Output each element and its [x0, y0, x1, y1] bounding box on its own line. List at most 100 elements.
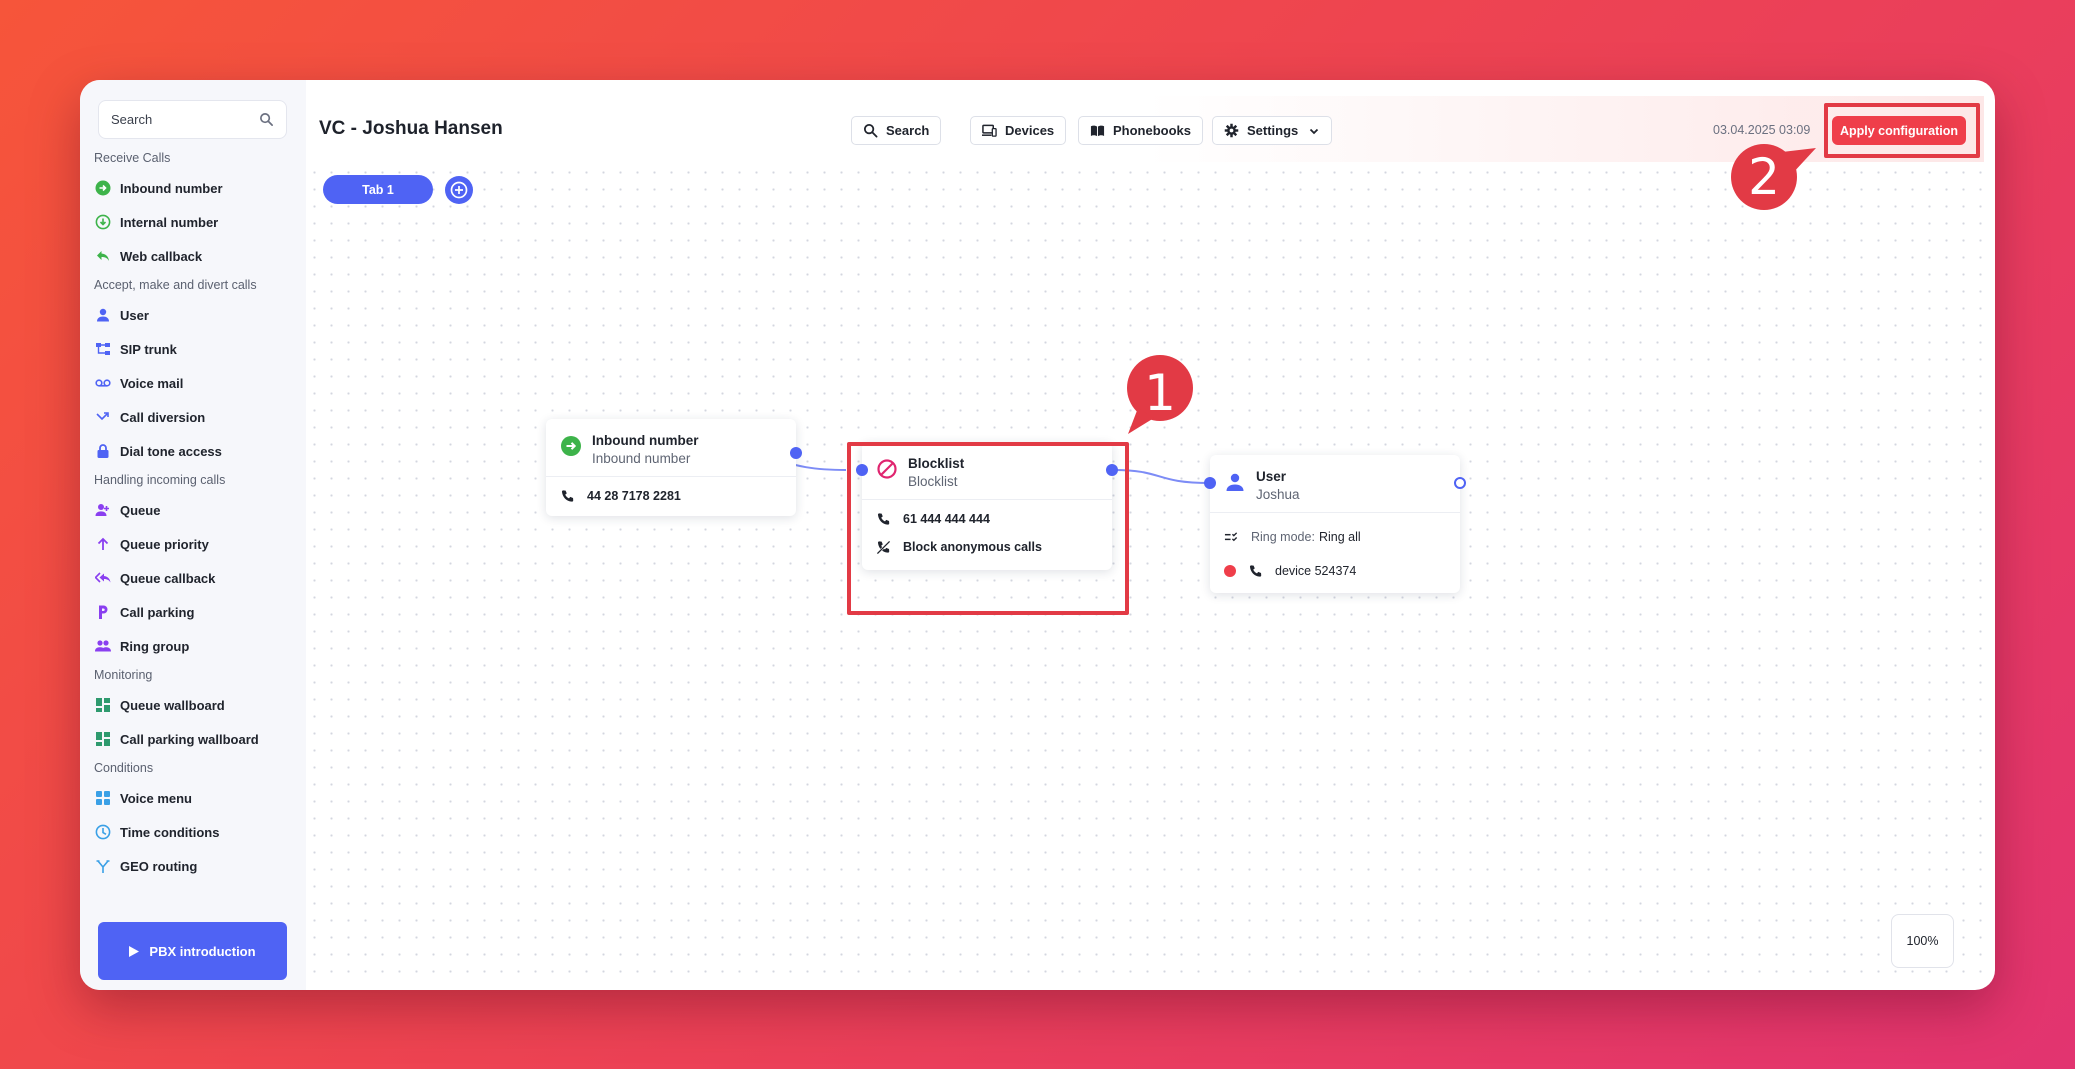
section-title-monitoring: Monitoring [94, 668, 153, 682]
section-title-handling-incoming: Handling incoming calls [94, 473, 226, 487]
sidebar-item-queue-callback[interactable]: Queue callback [80, 561, 306, 595]
sidebar-item-label: Call diversion [120, 409, 206, 425]
dashboard-icon [94, 730, 112, 748]
sidebar-item-time-conditions[interactable]: Time conditions [80, 815, 306, 849]
sidebar-item-dial-tone-access[interactable]: Dial tone access [80, 434, 306, 468]
section-title-conditions: Conditions [94, 761, 154, 775]
node-subtitle: Joshua [1256, 487, 1300, 502]
sidebar-item-label: Ring group [120, 638, 190, 654]
sidebar-item-call-parking[interactable]: Call parking [80, 595, 306, 629]
sidebar-item-label: Web callback [120, 248, 203, 264]
tab-1[interactable]: Tab 1 [323, 175, 433, 204]
devices-button-label: Devices [1005, 123, 1055, 138]
sidebar-item-call-diversion[interactable]: Call diversion [80, 400, 306, 434]
sidebar-item-ring-group[interactable]: Ring group [80, 629, 306, 663]
inbound-number-icon [94, 179, 112, 197]
sidebar-item-label: Internal number [120, 214, 219, 230]
inbound-number-node[interactable]: Inbound number Inbound number 44 28 7178… [546, 419, 802, 516]
queue-icon [94, 501, 112, 519]
output-port[interactable] [790, 447, 802, 459]
user-icon [94, 306, 112, 324]
sidebar-item-geo-routing[interactable]: GEO routing [80, 849, 306, 883]
section-title-accept-calls: Accept, make and divert calls [94, 278, 257, 292]
device-name: device 524374 [1275, 564, 1357, 578]
web-callback-icon [94, 247, 112, 265]
internal-number-icon [94, 213, 112, 231]
zoom-level-indicator[interactable]: 100% [1891, 914, 1954, 968]
node-row-number: 44 28 7178 2281 [546, 482, 796, 510]
node-subtitle: Inbound number [592, 451, 691, 466]
sidebar-item-voice-menu[interactable]: Voice menu [80, 781, 306, 815]
node-header: User Joshua [1210, 455, 1460, 513]
phonebooks-button[interactable]: Phonebooks [1078, 116, 1204, 145]
output-port[interactable] [1454, 477, 1466, 489]
sidebar-item-label: Call parking [120, 604, 195, 620]
pbx-introduction-button[interactable]: PBX introduction [98, 922, 287, 980]
sidebar-search-input[interactable]: Search [98, 100, 287, 139]
sidebar-item-queue-priority[interactable]: Queue priority [80, 527, 306, 561]
gear-icon [1224, 123, 1239, 138]
sidebar-item-call-parking-wallboard[interactable]: Call parking wallboard [80, 722, 306, 756]
sidebar-search-placeholder: Search [111, 112, 153, 127]
sidebar-item-sip-trunk[interactable]: SIP trunk [80, 332, 306, 366]
settings-label: Settings [1247, 123, 1299, 138]
arrow-up-icon [94, 535, 112, 553]
ring-mode-value: Ring all [1318, 530, 1361, 544]
plus-circle-icon [450, 181, 468, 199]
reply-all-icon [94, 569, 112, 587]
search-icon [863, 123, 878, 138]
search-button-label: Search [886, 123, 930, 138]
voicemail-icon [94, 374, 112, 392]
inbound-number-icon [560, 435, 582, 457]
last-saved-timestamp: 03.04.2025 03:09 [1713, 123, 1811, 137]
sidebar-item-inbound-number[interactable]: Inbound number [80, 171, 306, 205]
sidebar-item-label: Voice mail [120, 375, 184, 391]
callout-marker-2: 2 [1730, 140, 1816, 214]
sidebar-item-voice-mail[interactable]: Voice mail [80, 366, 306, 400]
sidebar-item-label: Dial tone access [120, 443, 222, 459]
node-row-ring-mode: Ring mode: Ring all [1210, 520, 1460, 554]
parking-icon [94, 603, 112, 621]
device-status-dot [1224, 565, 1236, 577]
sidebar-item-queue[interactable]: Queue [80, 493, 306, 527]
input-port[interactable] [1204, 477, 1216, 489]
highlight-box-blocklist [847, 442, 1129, 615]
sidebar-item-label: User [120, 307, 149, 323]
sidebar-item-label: Call parking wallboard [120, 731, 259, 747]
flow-canvas[interactable]: VC - Joshua Hansen Search Devices Phoneb… [306, 96, 1984, 980]
fork-icon [94, 857, 112, 875]
ring-mode-label: Ring mode: [1251, 530, 1315, 544]
add-tab-button[interactable] [445, 176, 473, 204]
play-icon [129, 945, 140, 957]
inbound-number-value: 44 28 7178 2281 [587, 489, 681, 503]
grid-icon [94, 789, 112, 807]
sidebar-item-user[interactable]: User [80, 298, 306, 332]
settings-dropdown[interactable]: Settings [1212, 116, 1333, 145]
sip-trunk-icon [94, 340, 112, 358]
sidebar-item-queue-wallboard[interactable]: Queue wallboard [80, 688, 306, 722]
devices-button[interactable]: Devices [970, 116, 1067, 145]
sidebar-item-label: Queue [120, 502, 161, 518]
node-row-device: device 524374 [1210, 554, 1460, 588]
node-header: Inbound number Inbound number [546, 419, 796, 477]
sidebar-item-label: Queue priority [120, 536, 209, 552]
callout-marker-1: 1 [1124, 352, 1196, 434]
search-button[interactable]: Search [851, 116, 942, 145]
phonebook-icon [1090, 125, 1105, 137]
chevron-down-icon [1310, 128, 1319, 134]
callout-number-1: 1 [1144, 364, 1176, 422]
callout-number-2: 2 [1748, 148, 1780, 206]
dashboard-icon [94, 696, 112, 714]
user-icon [1224, 471, 1246, 493]
pbx-introduction-label: PBX introduction [149, 943, 256, 959]
devices-icon [982, 124, 997, 137]
user-node[interactable]: User Joshua Ring mode: Ring all device 5… [1204, 455, 1466, 593]
sidebar-item-label: Inbound number [120, 180, 223, 196]
sidebar-item-label: Queue wallboard [120, 697, 225, 713]
sidebar-item-web-callback[interactable]: Web callback [80, 239, 306, 273]
sidebar-item-label: Voice menu [120, 790, 193, 806]
phone-icon [1249, 564, 1262, 577]
sidebar-item-internal-number[interactable]: Internal number [80, 205, 306, 239]
node-title: Inbound number [592, 433, 699, 448]
sidebar-list: Receive Calls Inbound number Internal nu… [80, 146, 306, 883]
